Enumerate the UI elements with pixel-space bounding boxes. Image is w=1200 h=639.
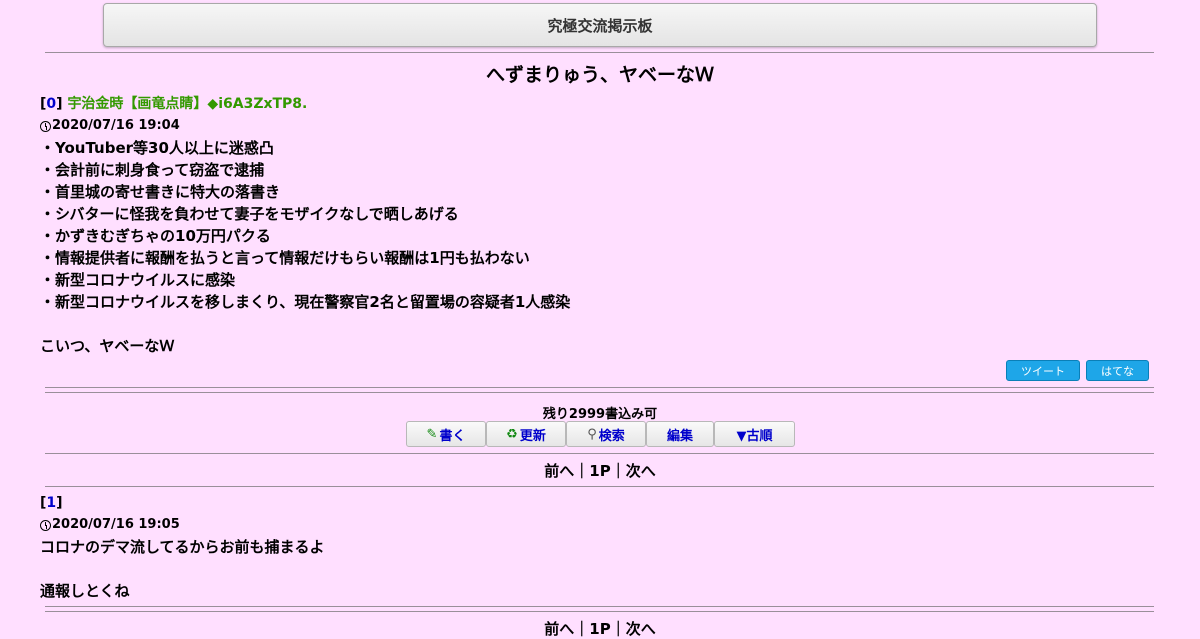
pager-next[interactable]: 次へ xyxy=(626,462,656,480)
thread-title: へずまりゅう、ヤベーなＷ xyxy=(485,64,714,86)
post-line: ・首里城の寄せ書きに特大の落書き xyxy=(40,183,281,201)
share-buttons: ツイート はてな xyxy=(1006,360,1149,381)
divider-double xyxy=(45,606,1154,612)
hatena-button[interactable]: はてな xyxy=(1086,360,1149,381)
search-icon: ⚲ xyxy=(587,426,597,442)
pager-page[interactable]: 1P xyxy=(589,620,610,638)
post-date-text: 2020/07/16 19:04 xyxy=(52,118,180,133)
post-body: ・YouTuber等30人以上に迷惑凸 ・会計前に刺身食って窃盗で逮捕 ・首里城… xyxy=(40,137,1160,357)
clock-icon xyxy=(40,519,51,531)
post-op: [0] 宇治金時【画竜点睛】◆i6A3ZxTP8. 2020/07/16 19:… xyxy=(40,93,1160,357)
clock-icon xyxy=(40,120,51,132)
post-author: 宇治金時【画竜点睛】◆i6A3ZxTP8. xyxy=(67,96,308,112)
search-button[interactable]: ⚲ 検索 xyxy=(566,421,646,447)
post-header: [1] xyxy=(40,495,63,511)
board-title: 究極交流掲示板 xyxy=(547,16,653,35)
refresh-icon: ♻ xyxy=(506,426,518,442)
pager-bottom: 前へ｜1P｜次へ xyxy=(544,620,656,638)
divider xyxy=(45,486,1154,487)
remaining-posts: 残り2999書込み可 xyxy=(542,407,658,422)
sort-order-button[interactable]: ▼古順 xyxy=(714,421,795,447)
post-line: コロナのデマ流してるからお前も捕まるよ xyxy=(40,538,325,556)
tweet-button[interactable]: ツイート xyxy=(1006,360,1080,381)
write-button[interactable]: ✎ 書く xyxy=(406,421,486,447)
post-line xyxy=(40,558,1160,580)
post-line xyxy=(40,313,1160,335)
pager-prev[interactable]: 前へ xyxy=(544,462,574,480)
toolbar: ✎ 書く ♻ 更新 ⚲ 検索 編集 ▼古順 xyxy=(406,421,795,447)
edit-button[interactable]: 編集 xyxy=(646,421,714,447)
divider xyxy=(45,52,1154,53)
post-body: コロナのデマ流してるからお前も捕まるよ 通報しとくね xyxy=(40,536,1160,602)
post-line: ・情報提供者に報酬を払うと言って情報だけもらい報酬は1円も払わない xyxy=(40,249,530,267)
post-line: ・会計前に刺身食って窃盗で逮捕 xyxy=(40,161,265,179)
board-title-button[interactable]: 究極交流掲示板 xyxy=(103,3,1097,47)
pager: 前へ｜1P｜次へ xyxy=(544,462,656,480)
post-line: ・かずきむぎちゃの10万円パクる xyxy=(40,227,271,245)
post-reply: [1] 2020/07/16 19:05 コロナのデマ流してるからお前も捕まるよ… xyxy=(40,492,1160,602)
post-line: ・新型コロナウイルスを移しまくり、現在警察官2名と留置場の容疑者1人感染 xyxy=(40,293,571,311)
post-header: [0] 宇治金時【画竜点睛】◆i6A3ZxTP8. xyxy=(40,96,308,112)
pager-page[interactable]: 1P xyxy=(589,462,610,480)
post-number-link[interactable]: 1 xyxy=(46,495,56,511)
post-date: 2020/07/16 19:04 xyxy=(40,115,1160,137)
pencil-icon: ✎ xyxy=(426,426,438,442)
post-line: 通報しとくね xyxy=(40,582,130,600)
pager-next[interactable]: 次へ xyxy=(626,620,656,638)
pager-prev[interactable]: 前へ xyxy=(544,620,574,638)
refresh-button[interactable]: ♻ 更新 xyxy=(486,421,566,447)
post-line: ・シバターに怪我を負わせて妻子をモザイクなしで晒しあげる xyxy=(40,205,459,223)
divider xyxy=(45,453,1154,454)
post-line: ・YouTuber等30人以上に迷惑凸 xyxy=(40,139,274,157)
post-date: 2020/07/16 19:05 xyxy=(40,514,1160,536)
post-line: こいつ、ヤベーなＷ xyxy=(40,337,175,355)
divider-double xyxy=(45,387,1154,393)
post-date-text: 2020/07/16 19:05 xyxy=(52,517,180,532)
post-line: ・新型コロナウイルスに感染 xyxy=(40,271,236,289)
post-number-link[interactable]: 0 xyxy=(46,96,56,112)
